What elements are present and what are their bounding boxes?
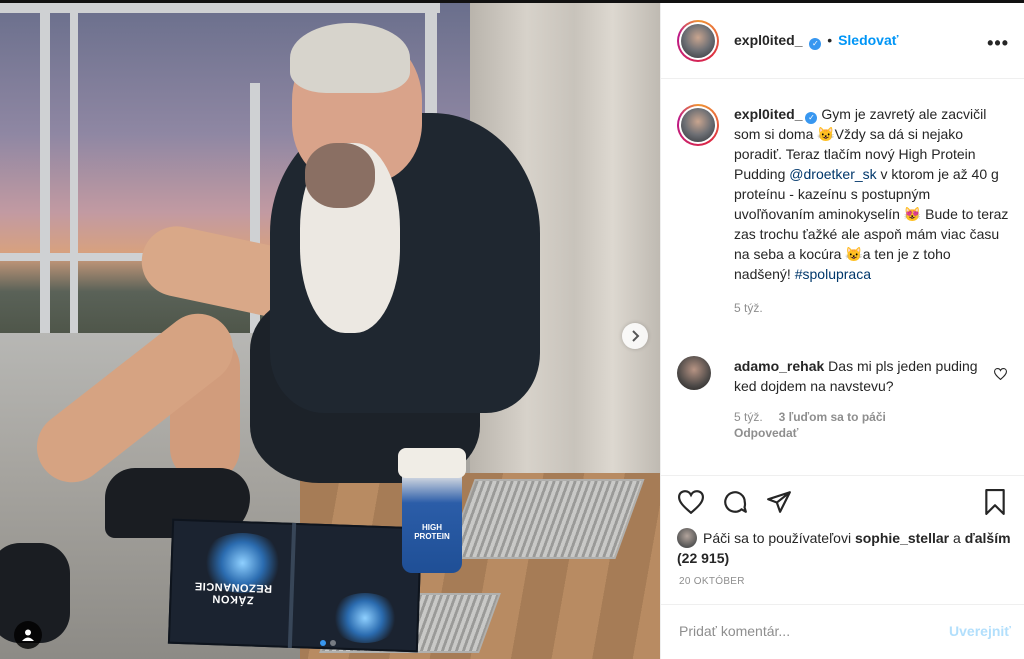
caption-username[interactable]: expl0ited_ [734,106,802,122]
commenter-username[interactable]: adamo_rehak [734,358,824,374]
likes-prefix: Páči sa to používateľovi [703,530,855,546]
tagged-users-button[interactable] [14,621,42,649]
verified-badge-icon: ✓ [809,38,822,50]
liker-username[interactable]: sophie_stellar [855,530,949,546]
caption-mention-link[interactable]: @droetker_sk [789,166,876,182]
next-photo-button[interactable] [622,323,648,349]
commenter-avatar[interactable] [677,356,711,390]
caption-text: expl0ited_ ✓ Gym je zavretý ale zacvičil … [734,104,1009,318]
action-icons [677,488,1007,520]
author-avatar[interactable] [677,20,719,62]
carousel-indicator [320,640,336,646]
caption-hashtag-link[interactable]: #spolupraca [795,266,871,282]
separator: • [827,32,833,48]
follow-button[interactable]: Sledovať [838,32,898,48]
comments-list[interactable]: expl0ited_ ✓ Gym je zavretý ale zacvičil … [661,80,1024,475]
pudding-lid [398,448,466,478]
verified-badge-icon: ✓ [805,112,818,124]
bookmark-icon[interactable] [981,488,1009,516]
more-options-icon[interactable]: ••• [987,33,1009,54]
window-frame-top [0,3,440,13]
heart-icon[interactable] [677,488,705,516]
post-date[interactable]: 20 OKTÓBER [679,576,745,587]
comment-likes-count[interactable]: 3 ľuďom sa to páči [779,410,886,424]
cat-face [305,143,375,208]
floor-vent [445,479,645,559]
book-title: ZÁKON REZONANCIE [194,579,273,606]
comment-like-icon[interactable] [993,368,1008,383]
add-comment-section: Pridať komentár... Uverejniť [661,604,1024,659]
post-actions: Páči sa to používateľovi sophie_stellar … [661,475,1024,605]
post-header: expl0ited_ ✓ • Sledovať ••• [661,3,1024,79]
book-cover-art [330,593,400,643]
window-frame-post [40,3,50,333]
share-icon[interactable] [765,488,793,516]
user-tag-icon [22,629,34,641]
post-photo[interactable]: ZÁKON REZONANCIE HIGH PROTEIN [0,3,660,659]
pudding-label: HIGH PROTEIN [414,523,450,541]
chevron-right-icon [632,330,640,342]
post-comment-button[interactable]: Uverejniť [949,623,1011,639]
author-username[interactable]: expl0ited_ [734,32,802,48]
caption-timestamp[interactable]: 5 týž. [734,298,1009,318]
likes-summary: Páči sa to používateľovi sophie_stellar … [677,528,1012,568]
comment-input[interactable]: Pridať komentár... [679,623,790,639]
reply-button[interactable]: Odpovedať [734,425,984,441]
post-sidebar: expl0ited_ ✓ • Sledovať ••• expl0ited_ ✓ … [660,3,1024,659]
carousel-dot-active [320,640,326,646]
comment-icon[interactable] [721,488,749,516]
caption-avatar[interactable] [677,104,719,146]
liker-avatar[interactable] [677,528,697,548]
likes-suffix: a [949,530,965,546]
window-frame-post [70,3,78,333]
carousel-dot [330,640,336,646]
comment-timestamp[interactable]: 5 týž. [734,410,763,424]
person-hair [290,23,410,93]
caption-body-continued: v ktorom je až 40 g proteínu - kazeínu s… [734,166,1009,282]
